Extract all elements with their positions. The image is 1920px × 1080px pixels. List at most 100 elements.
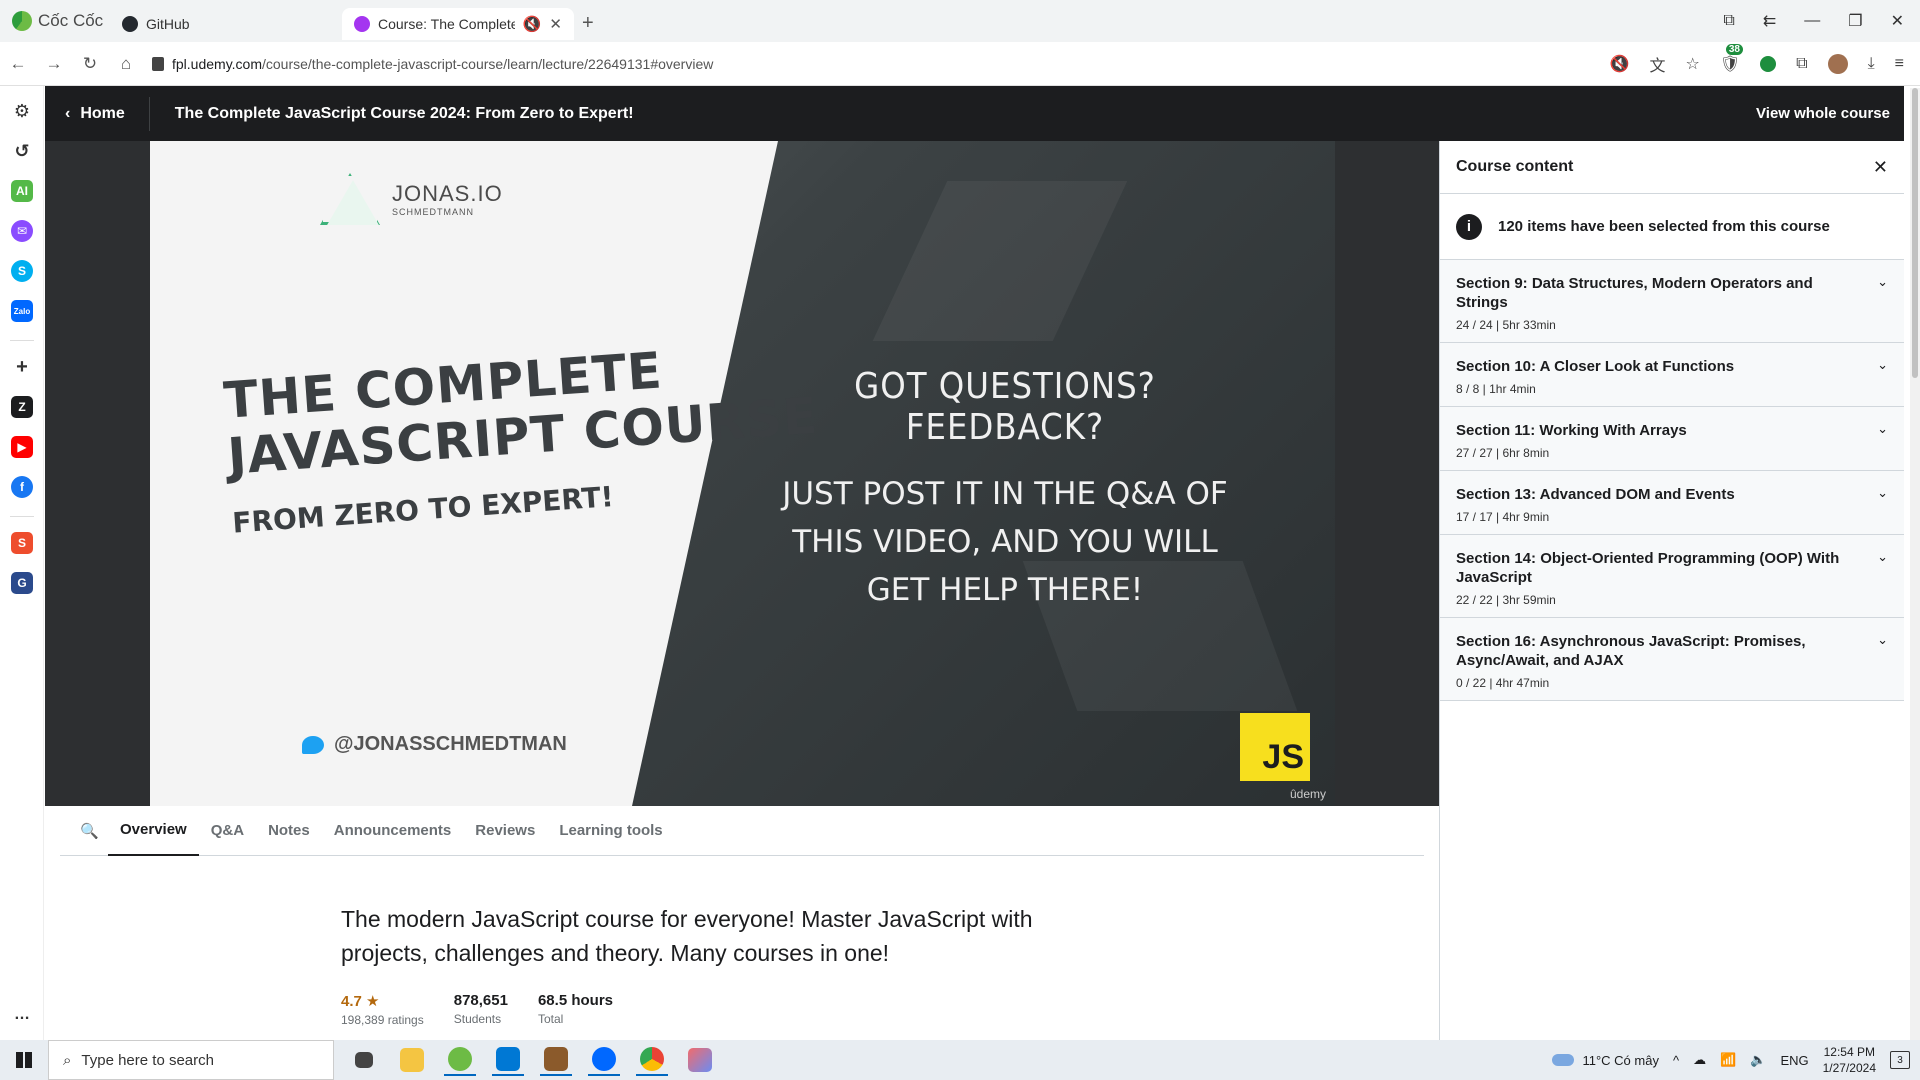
search-icon[interactable]: 🔍 (80, 822, 108, 840)
section-meta: 0 / 22 | 4hr 47min (1456, 676, 1550, 690)
new-tab-button[interactable]: + (582, 12, 594, 35)
jonas-logo: JONAS.IO SCHMEDTMANN (320, 173, 503, 225)
adblock-extension-icon[interactable]: 🛡 38 (1720, 43, 1743, 74)
scrollbar-thumb[interactable] (1912, 88, 1918, 378)
game-app-icon[interactable]: G (11, 572, 33, 594)
zalo-icon[interactable]: Zalo (11, 300, 33, 322)
restore-button[interactable]: ❐ (1848, 11, 1862, 31)
reload-icon[interactable]: ↻ (72, 54, 108, 74)
tab-announcements[interactable]: Announcements (322, 806, 464, 856)
more-options-icon[interactable]: … (11, 1004, 33, 1026)
lecture-tabs: 🔍 Overview Q&A Notes Announcements Revie… (60, 806, 1424, 856)
shopee-icon[interactable]: S (11, 532, 33, 554)
tab-reviews[interactable]: Reviews (463, 806, 547, 856)
vscode-icon[interactable] (492, 1044, 524, 1076)
hours-value: 68.5 hours (537, 992, 613, 1009)
slide-answer: JUST POST IT IN THE Q&A OF THIS VIDEO, A… (782, 476, 1228, 608)
minimize-button[interactable]: — (1804, 12, 1820, 30)
downloads-icon[interactable]: ⤓ (1868, 55, 1875, 73)
course-title: The Complete JavaScript Course 2024: Fro… (174, 104, 634, 122)
facebook-icon[interactable]: f (11, 476, 33, 498)
youtube-icon[interactable]: ▶ (11, 436, 33, 458)
extension-badge-count: 38 (1725, 43, 1743, 55)
notifications-icon[interactable]: 3 (1890, 1051, 1910, 1069)
udemy-watermark: ûdemy (1290, 787, 1327, 801)
ai-assistant-icon[interactable]: AI (11, 180, 33, 202)
video-player[interactable]: JONAS.IO SCHMEDTMANN THE COMPLETE JAVASC… (45, 141, 1439, 806)
bookmark-star-icon[interactable]: ☆ (1685, 54, 1699, 74)
section-title: Section 14: Object-Oriented Programming … (1456, 550, 1840, 586)
skype-icon[interactable]: S (11, 260, 33, 282)
browser-tab-bar: Cốc Cốc GitHub Course: The Complete Ja 🔇… (0, 0, 1920, 42)
forward-arrow-icon[interactable]: → (36, 54, 72, 74)
course-section[interactable]: Section 11: Working With Arrays 27 / 27 |… (1440, 407, 1904, 471)
clock[interactable]: 12:54 PM 1/27/2024 (1823, 1044, 1876, 1076)
gitkraken-icon[interactable] (684, 1044, 716, 1076)
coccoc-taskbar-icon[interactable] (444, 1044, 476, 1076)
section-title: Section 11: Working With Arrays (1456, 422, 1687, 439)
close-window-button[interactable]: ✕ (1891, 11, 1904, 31)
onedrive-icon[interactable]: ☁ (1693, 1052, 1706, 1068)
weather-widget[interactable]: 11°C Có mây (1552, 1053, 1659, 1068)
chrome-icon[interactable] (636, 1044, 668, 1076)
tab-overview[interactable]: Overview (108, 806, 199, 856)
back-arrow-icon[interactable]: ← (0, 54, 36, 74)
section-title: Section 10: A Closer Look at Functions (1456, 358, 1735, 375)
course-section[interactable]: Section 16: Asynchronous JavaScript: Pro… (1440, 618, 1904, 701)
zing-icon[interactable]: Z (11, 396, 33, 418)
page-scrollbar[interactable] (1910, 88, 1920, 1040)
course-section[interactable]: Section 10: A Closer Look at Functions 8 … (1440, 343, 1904, 407)
chevron-down-icon: ⌄ (1877, 421, 1888, 436)
chevron-down-icon: ⌄ (1877, 632, 1888, 647)
tab-qa[interactable]: Q&A (199, 806, 256, 856)
course-section[interactable]: Section 13: Advanced DOM and Events 17 / … (1440, 471, 1904, 535)
url-field[interactable]: fpl.udemy.com/course/the-complete-javasc… (152, 56, 1610, 72)
close-sidebar-icon[interactable]: ✕ (1873, 157, 1888, 178)
windows-start-icon[interactable] (0, 1040, 48, 1080)
zalo-taskbar-icon[interactable] (588, 1044, 620, 1076)
language-indicator[interactable]: ENG (1780, 1053, 1808, 1068)
network-icon[interactable]: 📶 (1720, 1052, 1736, 1068)
extensions-area: 🔇 文 ☆ 🛡 38 ⧉ ⤓ ≡ (1610, 43, 1920, 76)
history-icon[interactable]: ↺ (11, 140, 33, 162)
taskbar-search-input[interactable]: ⌕ Type here to search (48, 1040, 334, 1080)
rating-count: 198,389 ratings (341, 1013, 424, 1027)
savior-download-icon[interactable] (1760, 55, 1777, 72)
mute-icon[interactable]: 🔇 (523, 15, 542, 33)
tab-notes[interactable]: Notes (256, 806, 322, 856)
extensions-puzzle-icon[interactable]: ⧉ (1796, 55, 1807, 73)
settings-gear-icon[interactable]: ⚙ (11, 100, 33, 122)
screenshot-icon[interactable]: ⧉ (1723, 12, 1734, 30)
menu-icon[interactable]: ≡ (1895, 55, 1904, 73)
add-app-icon[interactable]: + (11, 356, 33, 378)
view-whole-course-link[interactable]: View whole course (1756, 105, 1904, 122)
course-section[interactable]: Section 9: Data Structures, Modern Opera… (1440, 260, 1904, 343)
selection-info: i 120 items have been selected from this… (1440, 194, 1904, 260)
home-icon[interactable]: ⌂ (108, 54, 144, 74)
profile-avatar[interactable] (1827, 53, 1848, 74)
taskbar-apps (348, 1044, 716, 1076)
task-view-icon[interactable] (348, 1044, 380, 1076)
tab-learning-tools[interactable]: Learning tools (547, 806, 674, 856)
twitter-handle-text: @JONASSCHMEDTMAN (334, 733, 567, 755)
browser-brand[interactable]: Cốc Cốc (0, 11, 110, 31)
file-explorer-icon[interactable] (396, 1044, 428, 1076)
tab-udemy-title: Course: The Complete Ja (378, 16, 515, 32)
tab-udemy-course[interactable]: Course: The Complete Ja 🔇 ✕ (342, 8, 574, 40)
course-section[interactable]: Section 14: Object-Oriented Programming … (1440, 535, 1904, 618)
hours-label: Total (537, 1012, 564, 1026)
home-link[interactable]: ‹ Home (45, 96, 150, 131)
sidebar-header: Course content ✕ (1440, 141, 1904, 194)
close-tab-icon[interactable]: ✕ (549, 15, 562, 33)
tray-chevron-icon[interactable]: ^ (1673, 1053, 1679, 1068)
twitter-handle: @JONASSCHMEDTMAN (302, 733, 567, 756)
game-taskbar-icon[interactable] (540, 1044, 572, 1076)
volume-icon[interactable]: 🔈 (1750, 1052, 1766, 1068)
tab-github[interactable]: GitHub (110, 8, 342, 40)
translate-icon[interactable]: 文 (1649, 52, 1665, 76)
chevron-down-icon: ⌄ (1877, 274, 1888, 289)
coccoc-logo-icon (12, 11, 32, 31)
back-forward-icon[interactable]: ⇇ (1763, 11, 1776, 31)
mute-site-icon[interactable]: 🔇 (1610, 54, 1630, 74)
messenger-icon[interactable]: ✉ (11, 220, 33, 242)
